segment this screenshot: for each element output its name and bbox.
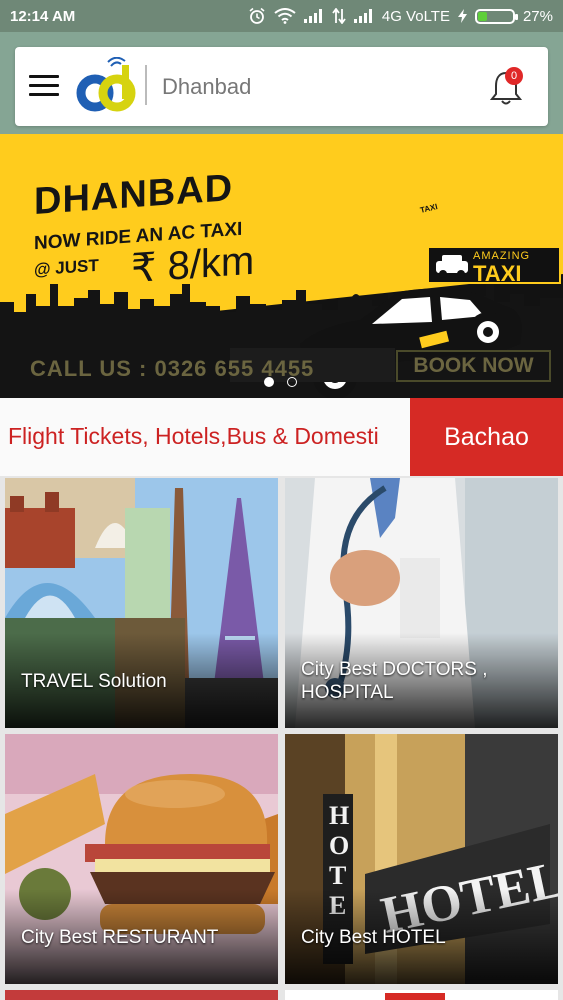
network-type: 4G VoLTE <box>381 7 450 25</box>
taxi-text: TAXI <box>473 261 522 286</box>
promo-banner[interactable]: DHANBAD NOW RIDE AN AC TAXI @ JUST ₹ 8/k… <box>0 134 563 398</box>
tile-label: City Best RESTURANT <box>21 927 219 948</box>
battery-fill <box>477 11 488 21</box>
city-name[interactable]: Dhanbad <box>162 74 251 100</box>
tile-restaurant[interactable]: City Best RESTURANT <box>5 734 278 984</box>
notification-badge: 0 <box>505 67 523 85</box>
tile-travel[interactable]: TRAVEL Solution <box>5 478 278 728</box>
charging-icon <box>457 9 467 23</box>
battery-percent: 27% <box>522 7 553 25</box>
svg-text:H: H <box>329 801 349 830</box>
carousel-indicator <box>264 377 297 387</box>
offers-ticker[interactable]: Flight Tickets, Hotels,Bus & Domesti <box>0 398 410 476</box>
data-arrows-icon <box>332 8 346 24</box>
alarm-icon <box>249 7 265 24</box>
tile-label: City Best DOCTORS , HOSPITAL <box>301 659 488 703</box>
tile-partial[interactable] <box>285 990 558 1000</box>
carousel-dot-active[interactable] <box>264 377 274 387</box>
menu-icon[interactable] <box>29 75 59 97</box>
bachao-button[interactable]: Bachao <box>410 398 563 476</box>
carousel-dot[interactable] <box>287 377 297 387</box>
signal-icon <box>303 9 322 23</box>
banner-price: ₹ 8/km <box>131 238 255 292</box>
tile-label: TRAVEL Solution <box>21 671 167 692</box>
signal-icon <box>353 9 372 23</box>
header-divider <box>145 65 147 105</box>
svg-text:T: T <box>329 861 346 890</box>
app-logo[interactable] <box>75 57 139 117</box>
taxi-logo-icon <box>436 255 468 278</box>
tile-label: City Best HOTEL <box>301 927 446 948</box>
ticker-text: Flight Tickets, Hotels,Bus & Domesti <box>8 423 379 449</box>
svg-text:O: O <box>329 831 349 860</box>
amazing-taxi-logo: AMAZING TAXI <box>427 246 561 286</box>
status-time: 12:14 AM <box>10 7 76 25</box>
tile-partial[interactable] <box>5 990 278 1000</box>
tile-hotel[interactable]: H O T E HOTEL City Best HOTEL <box>285 734 558 984</box>
banner-book-now[interactable]: BOOK NOW <box>396 350 551 382</box>
battery-icon <box>474 8 518 24</box>
tile-doctors[interactable]: City Best DOCTORS , HOSPITAL <box>285 478 558 728</box>
partial-tile-accent <box>385 993 445 1000</box>
app-header: Dhanbad 0 <box>15 47 548 126</box>
wifi-icon <box>274 8 296 24</box>
category-grid: TRAVEL Solution City Best DOCTORS , HOSP… <box>0 476 563 1000</box>
status-bar: 12:14 AM 4G VoLTE 27% <box>0 0 563 32</box>
